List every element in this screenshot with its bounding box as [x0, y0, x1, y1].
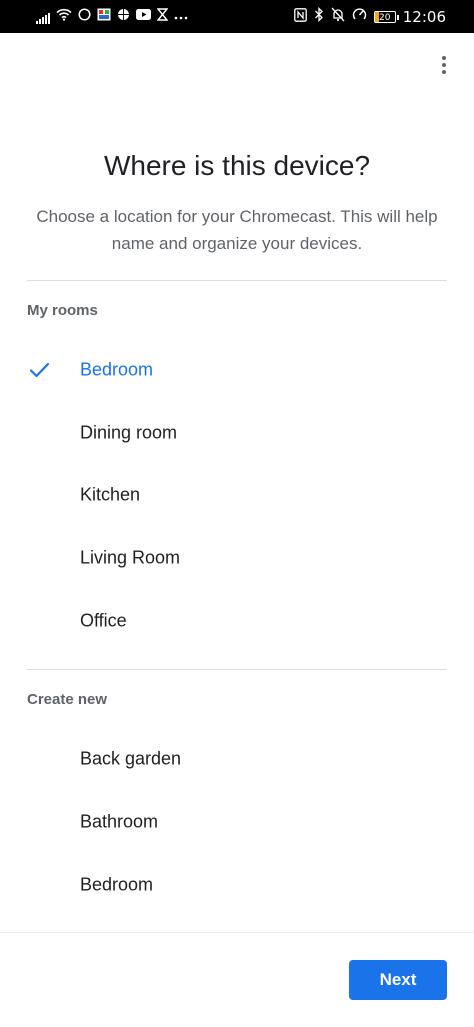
more-vert-icon[interactable]: [432, 52, 456, 78]
room-label: Bathroom: [80, 811, 159, 832]
divider: [27, 669, 447, 670]
nfc-icon: [293, 7, 307, 27]
notifications-off-icon: [331, 7, 345, 27]
room-item-bedroom[interactable]: Bedroom: [0, 342, 474, 398]
next-button[interactable]: Next: [349, 960, 447, 1000]
status-bar: 20 12:06: [0, 0, 474, 33]
data-saver-icon: [352, 7, 367, 27]
circle-icon: [78, 8, 91, 26]
more-notifications-icon: [174, 9, 188, 25]
room-item-kitchen[interactable]: Kitchen: [0, 467, 474, 523]
my-rooms-header: My rooms: [27, 302, 98, 319]
room-label: Back garden: [80, 748, 182, 769]
room-label: Kitchen: [80, 484, 141, 505]
room-item-office[interactable]: Office: [0, 593, 474, 649]
create-new-header: Create new: [27, 691, 108, 708]
hourglass-icon: [156, 8, 169, 26]
status-left-icons: [36, 8, 188, 26]
bluetooth-icon: [314, 6, 324, 27]
new-room-item-bedroom[interactable]: Bedroom: [0, 857, 474, 913]
room-item-dining-room[interactable]: Dining room: [0, 405, 474, 461]
basketball-icon: [117, 8, 130, 26]
divider: [27, 280, 447, 281]
signal-icon: [36, 10, 50, 24]
gallery-icon: [97, 8, 111, 26]
footer-divider: [0, 932, 474, 933]
youtube-icon: [136, 9, 151, 25]
status-right-icons: 20 12:06: [293, 6, 446, 27]
room-label: Dining room: [80, 422, 178, 443]
new-room-item-back-garden[interactable]: Back garden: [0, 731, 474, 787]
room-label: Bedroom: [80, 874, 154, 895]
page-title: Where is this device?: [103, 150, 371, 181]
status-time: 12:06: [402, 8, 446, 26]
new-room-item-bathroom[interactable]: Bathroom: [0, 794, 474, 850]
room-label: Living Room: [80, 547, 181, 568]
room-item-living-room[interactable]: Living Room: [0, 530, 474, 586]
room-label: Bedroom: [80, 359, 154, 380]
page-subtitle: Choose a location for your Chromecast. T…: [36, 207, 438, 253]
battery-level: 20: [379, 13, 391, 23]
battery-icon: 20: [373, 11, 399, 23]
room-label: Office: [80, 610, 127, 631]
check-icon: [29, 362, 50, 378]
wifi-icon: [56, 8, 72, 26]
